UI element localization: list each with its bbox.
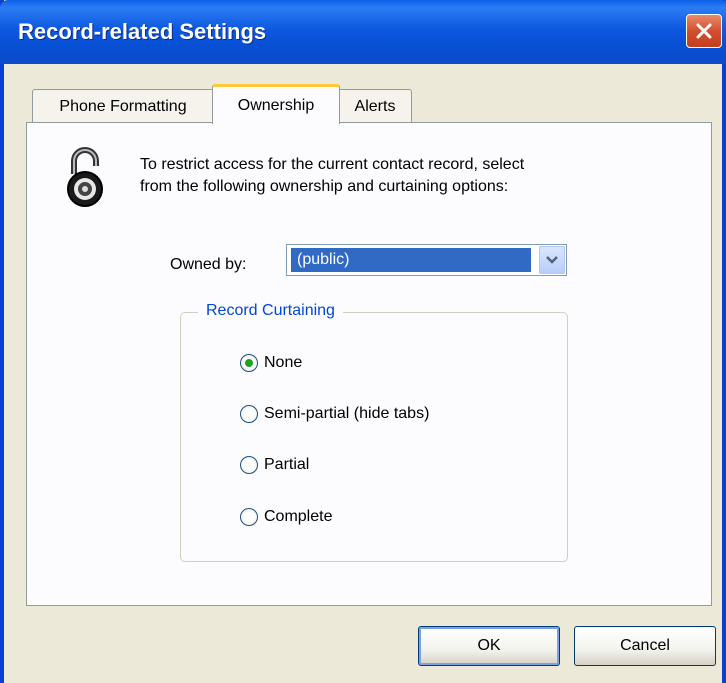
tab-ownership[interactable]: Ownership (212, 84, 340, 124)
radio-semi-partial[interactable]: Semi-partial (hide tabs) (240, 405, 429, 423)
owned-by-label: Owned by: (170, 256, 247, 273)
window-title: Record-related Settings (18, 19, 267, 44)
ownership-description: To restrict access for the current conta… (140, 154, 680, 198)
radio-none[interactable]: None (240, 354, 302, 372)
cancel-label: Cancel (620, 637, 670, 654)
owned-by-value[interactable]: (public) (291, 248, 531, 272)
chevron-down-icon (546, 256, 558, 264)
close-icon (696, 23, 712, 39)
radio-label[interactable]: Semi-partial (hide tabs) (264, 405, 429, 423)
radio-button[interactable] (240, 508, 258, 526)
record-curtaining-group (180, 312, 568, 562)
tab-alerts[interactable]: Alerts (338, 89, 412, 123)
dropdown-button[interactable] (539, 246, 565, 274)
ok-button[interactable]: OK (418, 626, 560, 666)
radio-label[interactable]: Complete (264, 508, 332, 526)
tab-phone-formatting[interactable]: Phone Formatting (32, 89, 214, 123)
radio-button[interactable] (240, 405, 258, 423)
description-line: from the following ownership and curtain… (140, 178, 509, 195)
radio-button[interactable] (240, 456, 258, 474)
cancel-button[interactable]: Cancel (574, 626, 716, 666)
tab-label: Phone Formatting (59, 97, 187, 115)
radio-complete[interactable]: Complete (240, 508, 332, 526)
owned-by-select[interactable]: (public) (286, 244, 567, 276)
tab-label: Ownership (237, 96, 315, 114)
close-button[interactable] (686, 14, 722, 48)
radio-partial[interactable]: Partial (240, 456, 309, 474)
ok-label: OK (477, 637, 501, 654)
title-bar[interactable]: Record-related Settings (0, 0, 726, 64)
record-curtaining-legend: Record Curtaining (198, 302, 343, 320)
radio-label[interactable]: Partial (264, 456, 309, 474)
dialog-window: Record-related Settings Phone Formatting… (0, 0, 726, 683)
padlock-icon (67, 147, 103, 207)
tab-label: Alerts (354, 97, 396, 115)
radio-button[interactable] (240, 354, 258, 372)
radio-label[interactable]: None (264, 354, 302, 372)
description-line: To restrict access for the current conta… (140, 156, 525, 173)
